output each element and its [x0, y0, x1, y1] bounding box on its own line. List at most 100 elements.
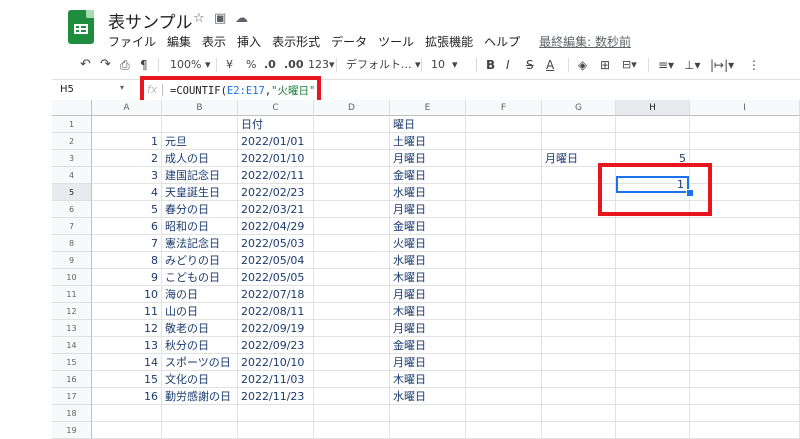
- cell-a[interactable]: 6: [92, 218, 162, 235]
- cell-c[interactable]: 2022/07/18: [238, 286, 314, 303]
- cell-d[interactable]: [314, 201, 390, 218]
- cell-f[interactable]: [466, 405, 542, 422]
- cell-b[interactable]: 成人の日: [162, 150, 238, 167]
- currency-button[interactable]: ¥: [226, 56, 233, 74]
- cell-e[interactable]: 月曜日: [390, 320, 466, 337]
- cell-f[interactable]: [466, 269, 542, 286]
- cell-h[interactable]: [616, 320, 690, 337]
- cell-a[interactable]: 2: [92, 150, 162, 167]
- cell-h[interactable]: [616, 252, 690, 269]
- cell-i[interactable]: [690, 337, 800, 354]
- cell-a[interactable]: 9: [92, 269, 162, 286]
- cell-g[interactable]: [542, 303, 616, 320]
- cell-a[interactable]: 1: [92, 133, 162, 150]
- row-header[interactable]: 8: [52, 235, 92, 252]
- cell-f[interactable]: [466, 320, 542, 337]
- text-wrap-icon[interactable]: |↦|▾: [710, 56, 734, 74]
- column-header-g[interactable]: G: [542, 100, 616, 116]
- menu-edit[interactable]: 編集: [167, 33, 191, 50]
- cell-d[interactable]: [314, 133, 390, 150]
- cell-i[interactable]: [690, 320, 800, 337]
- cell-d[interactable]: [314, 337, 390, 354]
- cell-c[interactable]: 2022/05/05: [238, 269, 314, 286]
- cell-c[interactable]: 2022/08/11: [238, 303, 314, 320]
- cell-h[interactable]: [616, 235, 690, 252]
- cell-h[interactable]: [616, 303, 690, 320]
- strikethrough-button[interactable]: S: [526, 56, 534, 74]
- redo-icon[interactable]: ↷: [100, 56, 111, 74]
- cell-f[interactable]: [466, 371, 542, 388]
- row-header[interactable]: 13: [52, 320, 92, 337]
- column-header-a[interactable]: A: [92, 100, 162, 116]
- spreadsheet-grid[interactable]: A B C D E F G H I 1 日付 曜日 2 1 元旦 2022/01/01 土曜日 3 2 成人の日 202…: [52, 100, 800, 439]
- star-icon[interactable]: ☆: [193, 11, 205, 26]
- cell-e[interactable]: 月曜日: [390, 201, 466, 218]
- cell-a[interactable]: [92, 116, 162, 133]
- cell-b[interactable]: 文化の日: [162, 371, 238, 388]
- cell-f[interactable]: [466, 422, 542, 439]
- row-header[interactable]: 5: [52, 184, 92, 201]
- cell-h[interactable]: [616, 218, 690, 235]
- row-header[interactable]: 6: [52, 201, 92, 218]
- cell-b[interactable]: スポーツの日: [162, 354, 238, 371]
- cell-d[interactable]: [314, 184, 390, 201]
- cell-e[interactable]: 水曜日: [390, 388, 466, 405]
- cell-h[interactable]: [616, 405, 690, 422]
- cell-e[interactable]: 金曜日: [390, 167, 466, 184]
- cell-h[interactable]: [616, 133, 690, 150]
- cell-g[interactable]: [542, 320, 616, 337]
- cell-h[interactable]: [616, 371, 690, 388]
- cell-d[interactable]: [314, 269, 390, 286]
- row-header[interactable]: 10: [52, 269, 92, 286]
- row-header[interactable]: 11: [52, 286, 92, 303]
- cell-f[interactable]: [466, 354, 542, 371]
- cell-i[interactable]: [690, 286, 800, 303]
- row-header[interactable]: 1: [52, 116, 92, 133]
- cell-i[interactable]: [690, 405, 800, 422]
- menu-view[interactable]: 表示: [202, 33, 226, 50]
- cell-d[interactable]: [314, 388, 390, 405]
- cloud-status-icon[interactable]: ☁: [235, 11, 248, 26]
- row-header[interactable]: 18: [52, 405, 92, 422]
- cell-h[interactable]: [616, 354, 690, 371]
- cell-c[interactable]: 2022/04/29: [238, 218, 314, 235]
- cell-g[interactable]: [542, 354, 616, 371]
- cell-f[interactable]: [466, 388, 542, 405]
- increase-decimal-button[interactable]: .00: [284, 56, 304, 74]
- cell-h[interactable]: [616, 286, 690, 303]
- cell-f[interactable]: [466, 218, 542, 235]
- cell-c[interactable]: [238, 422, 314, 439]
- cell-g[interactable]: [542, 235, 616, 252]
- cell-d[interactable]: [314, 252, 390, 269]
- cell-f[interactable]: [466, 184, 542, 201]
- cell-e[interactable]: [390, 422, 466, 439]
- cell-f[interactable]: [466, 201, 542, 218]
- cell-c[interactable]: 2022/02/23: [238, 184, 314, 201]
- cell-i[interactable]: [690, 388, 800, 405]
- cell-c[interactable]: 2022/02/11: [238, 167, 314, 184]
- cell-c[interactable]: 2022/05/04: [238, 252, 314, 269]
- column-header-e[interactable]: E: [390, 100, 466, 116]
- cell-b[interactable]: 山の日: [162, 303, 238, 320]
- bold-button[interactable]: B: [486, 56, 495, 74]
- row-header[interactable]: 4: [52, 167, 92, 184]
- decrease-decimal-button[interactable]: .0: [264, 56, 276, 74]
- fill-color-icon[interactable]: ◈: [578, 56, 587, 74]
- cell-b[interactable]: みどりの日: [162, 252, 238, 269]
- cell-i[interactable]: [690, 235, 800, 252]
- cell-f[interactable]: [466, 150, 542, 167]
- cell-d[interactable]: [314, 150, 390, 167]
- percent-button[interactable]: %: [246, 56, 256, 74]
- cell-h[interactable]: [616, 269, 690, 286]
- cell-i[interactable]: [690, 116, 800, 133]
- cell-e[interactable]: 土曜日: [390, 133, 466, 150]
- cell-c[interactable]: 2022/09/23: [238, 337, 314, 354]
- last-edit-link[interactable]: 最終編集: 数秒前: [539, 33, 631, 50]
- cell-a[interactable]: 7: [92, 235, 162, 252]
- cell-e[interactable]: 木曜日: [390, 303, 466, 320]
- cell-a[interactable]: 8: [92, 252, 162, 269]
- cell-g[interactable]: [542, 218, 616, 235]
- menu-extensions[interactable]: 拡張機能: [425, 33, 473, 50]
- menu-help[interactable]: ヘルプ: [484, 33, 520, 50]
- cell-d[interactable]: [314, 167, 390, 184]
